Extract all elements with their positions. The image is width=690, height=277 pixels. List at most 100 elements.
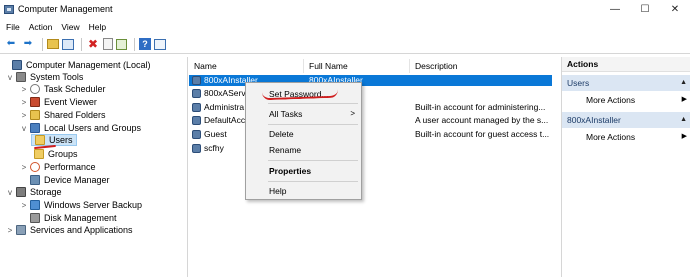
annotation-underline	[261, 83, 339, 101]
actions-section-users[interactable]: Users ▲	[562, 75, 690, 91]
tree-item-label: Event Viewer	[44, 97, 97, 107]
minimize-button[interactable]: —	[600, 0, 630, 18]
chevron-right-icon[interactable]: >	[20, 201, 28, 210]
tree-item-task-scheduler[interactable]: > Task Scheduler	[20, 83, 106, 95]
properties-icon[interactable]	[103, 38, 113, 50]
row-description	[415, 88, 550, 99]
action-label: More Actions	[586, 95, 636, 105]
toolbar: ⬅ ➡ ✖ ?	[0, 35, 690, 54]
computer-management-app-icon	[4, 4, 14, 14]
chevron-right-icon[interactable]: >	[6, 226, 14, 235]
menu-help[interactable]: Help	[89, 22, 106, 32]
menu-file[interactable]: File	[6, 22, 20, 32]
chevron-right-icon[interactable]: >	[20, 163, 28, 172]
disk-icon	[30, 213, 40, 223]
back-arrow-icon[interactable]: ⬅	[4, 37, 18, 51]
chevron-down-icon[interactable]: v	[20, 124, 28, 133]
row-description: A user account managed by the s...	[415, 115, 549, 125]
folder-icon	[35, 135, 45, 145]
tree-item-shared-folders[interactable]: > Shared Folders	[20, 109, 106, 121]
console-tree: Computer Management (Local) v System Too…	[0, 57, 188, 277]
tree-item-label: Users	[49, 135, 73, 145]
close-button[interactable]: ✕	[660, 0, 690, 18]
table-row[interactable]: DefaultAcc A user account managed by the…	[189, 115, 552, 126]
tree-item-windows-server-backup[interactable]: > Windows Server Backup	[20, 199, 142, 211]
user-icon	[192, 144, 201, 153]
delete-icon[interactable]: ✖	[86, 37, 100, 51]
tree-item-device-manager[interactable]: Device Manager	[20, 174, 110, 186]
table-row[interactable]: 800xAServ	[189, 88, 552, 99]
computer-icon	[12, 60, 22, 70]
users-icon	[30, 123, 40, 133]
menu-item-delete[interactable]: Delete	[246, 127, 361, 141]
user-icon	[192, 89, 201, 98]
section-title: 800xAInstaller	[567, 115, 621, 125]
menu-item-all-tasks[interactable]: All Tasks >	[246, 107, 361, 121]
tree-item-label: Windows Server Backup	[44, 200, 143, 210]
chevron-right-icon[interactable]: >	[20, 98, 28, 107]
device-manager-icon	[30, 175, 40, 185]
menu-item-rename[interactable]: Rename	[246, 143, 361, 157]
submenu-arrow-icon: >	[350, 109, 355, 118]
column-header-description[interactable]: Description	[410, 59, 550, 73]
tree-item-storage[interactable]: v Storage	[6, 186, 62, 198]
window-title: Computer Management	[18, 4, 113, 14]
collapse-caret-icon[interactable]: ▲	[680, 112, 687, 128]
maximize-button[interactable]: ☐	[630, 0, 660, 18]
tree-item-performance[interactable]: > Performance	[20, 161, 96, 173]
row-description	[415, 75, 550, 86]
toolbar-separator	[134, 37, 135, 51]
menu-item-properties[interactable]: Properties	[246, 164, 361, 178]
tree-item-label: Device Manager	[44, 175, 110, 185]
tree-item-local-users-and-groups[interactable]: v Local Users and Groups	[20, 122, 141, 134]
folder-icon	[34, 149, 44, 159]
tree-item-groups[interactable]: Groups	[34, 148, 78, 160]
column-header-name[interactable]: Name	[189, 59, 303, 73]
more-actions-users[interactable]: More Actions ▶	[562, 92, 690, 108]
export-list-icon[interactable]	[116, 38, 127, 50]
tree-item-label: Storage	[30, 187, 62, 197]
tree-item-services-and-applications[interactable]: > Services and Applications	[6, 224, 133, 236]
table-row[interactable]: Administra Built-in account for administ…	[189, 102, 552, 113]
title-bar: Computer Management — ☐ ✕	[0, 0, 690, 18]
tree-item-label: Disk Management	[44, 213, 117, 223]
help-icon[interactable]: ?	[139, 38, 151, 50]
tree-item-disk-management[interactable]: Disk Management	[20, 212, 117, 224]
shared-folder-icon	[30, 110, 40, 120]
user-icon	[192, 103, 201, 112]
show-hide-tree-icon[interactable]	[62, 38, 74, 50]
column-header-full-name[interactable]: Full Name	[304, 59, 409, 73]
table-row[interactable]: scfhy	[189, 143, 552, 154]
chevron-down-icon[interactable]: v	[6, 188, 14, 197]
show-hide-action-pane-icon[interactable]	[154, 38, 166, 50]
menu-bar: File Action View Help	[0, 20, 115, 34]
arrow-right-icon: ▶	[681, 96, 687, 103]
chevron-right-icon[interactable]: >	[20, 85, 28, 94]
tree-item-label: Task Scheduler	[44, 84, 106, 94]
user-icon	[192, 130, 201, 139]
actions-pane: Actions Users ▲ More Actions ▶ 800xAInst…	[561, 57, 690, 277]
tree-item-computer-management[interactable]: Computer Management (Local)	[2, 59, 151, 71]
up-folder-icon[interactable]	[47, 39, 59, 49]
more-actions-800xainstaller[interactable]: More Actions ▶	[562, 129, 690, 145]
tree-item-label: Services and Applications	[30, 225, 133, 235]
tree-item-system-tools[interactable]: v System Tools	[6, 71, 83, 83]
table-row[interactable]: Guest Built-in account for guest access …	[189, 129, 552, 140]
tree-item-label: Groups	[48, 149, 78, 159]
tree-item-label: Shared Folders	[44, 110, 106, 120]
actions-section-800xainstaller[interactable]: 800xAInstaller ▲	[562, 112, 690, 128]
menu-view[interactable]: View	[61, 22, 79, 32]
services-icon	[16, 225, 26, 235]
tree-item-event-viewer[interactable]: > Event Viewer	[20, 96, 97, 108]
menu-action[interactable]: Action	[29, 22, 53, 32]
chevron-right-icon[interactable]: >	[20, 111, 28, 120]
forward-arrow-icon[interactable]: ➡	[21, 37, 35, 51]
menu-item-help[interactable]: Help	[246, 184, 361, 198]
table-row-selected[interactable]: 800xAInstaller 800xAInstaller	[189, 75, 552, 86]
menu-separator	[268, 181, 358, 182]
chevron-down-icon[interactable]: v	[6, 73, 14, 82]
collapse-caret-icon[interactable]: ▲	[680, 75, 687, 91]
menu-separator	[268, 124, 358, 125]
row-description: Built-in account for administering...	[415, 102, 546, 112]
arrow-right-icon: ▶	[681, 133, 687, 140]
